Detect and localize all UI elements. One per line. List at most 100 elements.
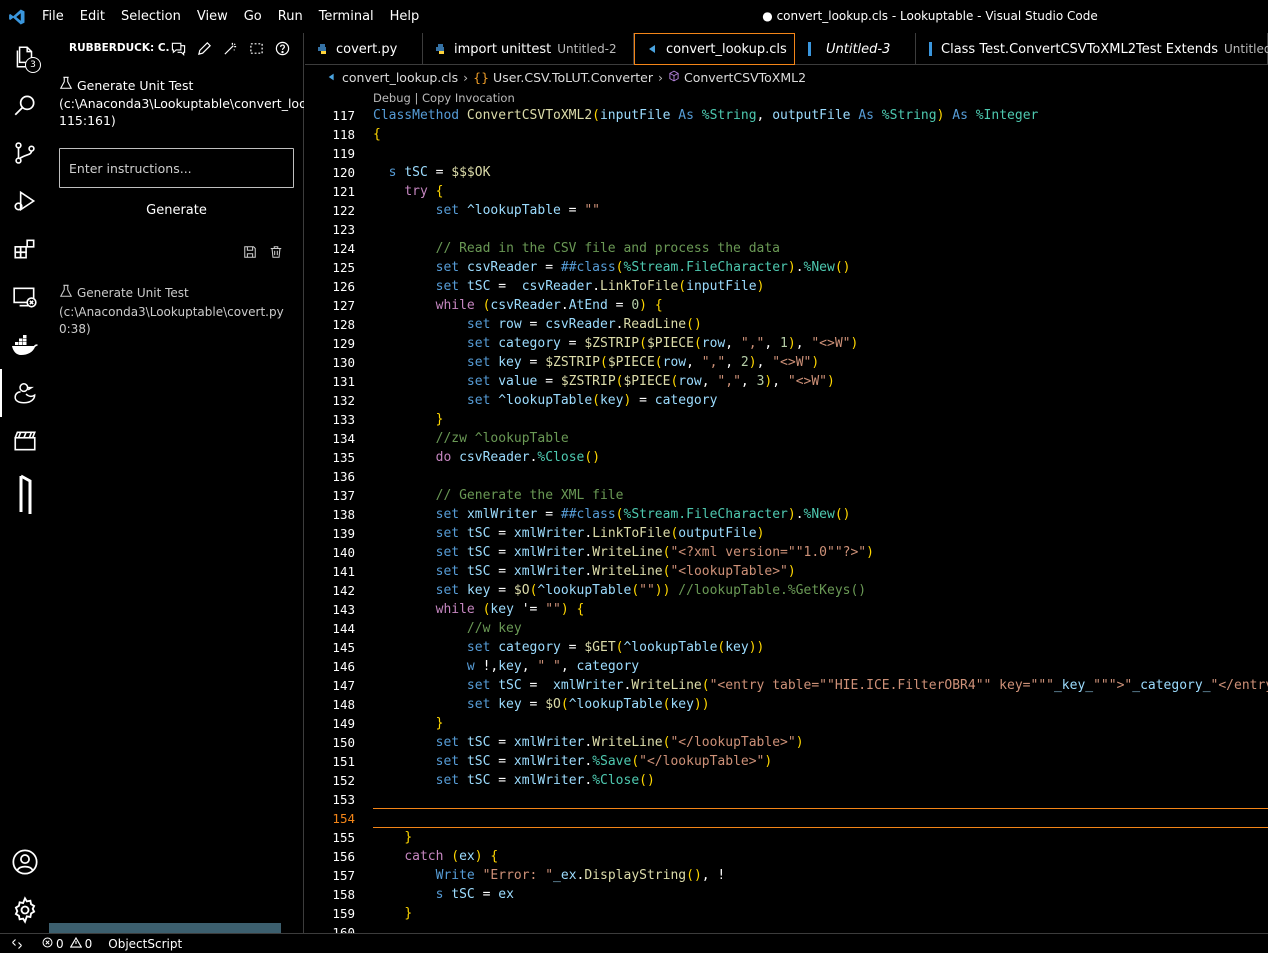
code-line[interactable]: set tSC = xmlWriter.LinkToFile(outputFil… — [373, 524, 1268, 543]
code-editor[interactable]: Debug | Copy Invocation 117 118 119 120 121 1… — [305, 88, 1268, 933]
method-cube-icon — [668, 70, 680, 85]
code-line[interactable]: //w key — [373, 619, 1268, 638]
instructions-input[interactable] — [59, 148, 294, 188]
menu-view[interactable]: View — [189, 0, 236, 33]
code-line[interactable]: // Generate the XML file — [373, 486, 1268, 505]
menu-terminal[interactable]: Terminal — [311, 0, 382, 33]
magic-wand-icon[interactable] — [221, 39, 239, 57]
language-mode[interactable]: ObjectScript — [108, 937, 182, 951]
settings-gear-icon[interactable] — [0, 886, 49, 934]
history-item-2[interactable]: Generate Unit Test (c:\Anaconda3\Lookupt… — [59, 284, 304, 339]
remote-explorer-icon[interactable] — [0, 273, 49, 321]
class-icon: {} — [473, 69, 490, 85]
code-line[interactable]: set category = $GET(^lookupTable(key)) — [373, 638, 1268, 657]
codelens[interactable]: Debug | Copy Invocation — [373, 91, 515, 105]
code-line[interactable]: Write "Error: "_ex.DisplayString(), ! — [373, 866, 1268, 885]
code-line[interactable]: w !,key, " ", category — [373, 657, 1268, 676]
code-line[interactable]: set tSC = xmlWriter.WriteLine("<lookupTa… — [373, 562, 1268, 581]
intersystems-icon[interactable] — [0, 465, 49, 525]
code-line[interactable]: // Read in the CSV file and process the … — [373, 239, 1268, 258]
problems-indicator[interactable]: 0 0 — [42, 936, 92, 951]
tab-covert-py[interactable]: covert.py — [305, 33, 423, 65]
code-line[interactable] — [373, 144, 1268, 163]
code-line[interactable]: set key = $O(^lookupTable(key)) — [373, 695, 1268, 714]
run-debug-icon[interactable] — [0, 177, 49, 225]
line-number: 154 — [332, 811, 355, 826]
explorer-icon[interactable]: 3 — [0, 33, 49, 81]
code-line[interactable]: } — [373, 714, 1268, 733]
code-line[interactable]: do csvReader.%Close() — [373, 448, 1268, 467]
code-line[interactable]: set tSC = xmlWriter.%Save("</lookupTable… — [373, 752, 1268, 771]
code-line[interactable] — [373, 923, 1268, 933]
save-icon[interactable] — [243, 244, 257, 263]
chat-icon[interactable] — [169, 39, 187, 57]
rubberduck-icon[interactable] — [0, 369, 49, 417]
code-line[interactable]: while (csvReader.AtEnd = 0) { — [373, 296, 1268, 315]
tab-description: Untitled-2 — [557, 42, 617, 56]
clapperboard-icon[interactable] — [0, 417, 49, 465]
search-icon[interactable] — [0, 81, 49, 129]
line-number: 122 — [332, 203, 355, 218]
code-line[interactable]: set tSC = xmlWriter.WriteLine("<?xml ver… — [373, 543, 1268, 562]
code-line[interactable]: set key = $ZSTRIP($PIECE(row, ",", 2), "… — [373, 353, 1268, 372]
code-line[interactable]: set tSC = csvReader.LinkToFile(inputFile… — [373, 277, 1268, 296]
code-lines[interactable]: ClassMethod ConvertCSVToXML2(inputFile A… — [373, 106, 1268, 933]
code-line[interactable]: set category = $ZSTRIP($PIECE(row, ",", … — [373, 334, 1268, 353]
code-line[interactable]: set tSC = xmlWriter.%Close() — [373, 771, 1268, 790]
tab-untitled-4[interactable]: Class Test.ConvertCSVToXML2Test Extends … — [916, 33, 1268, 65]
remote-indicator-icon[interactable] — [0, 938, 34, 950]
sidebar-scrollbar[interactable] — [49, 923, 281, 933]
code-line[interactable]: s tSC = $$$OK — [373, 163, 1268, 182]
tab-untitled-3[interactable]: Untitled-3 — [795, 33, 916, 65]
code-line[interactable]: //zw ^lookupTable — [373, 429, 1268, 448]
line-number: 152 — [332, 773, 355, 788]
edit-code-icon[interactable] — [195, 39, 213, 57]
file-bar-icon — [807, 42, 819, 56]
menu-help[interactable]: Help — [382, 0, 428, 33]
history-item-1[interactable]: Generate Unit Test (c:\Anaconda3\Lookupt… — [59, 76, 304, 130]
menu-run[interactable]: Run — [270, 0, 311, 33]
code-line[interactable]: set tSC = xmlWriter.WriteLine("<entry ta… — [373, 676, 1268, 695]
code-line[interactable]: set csvReader = ##class(%Stream.FileChar… — [373, 258, 1268, 277]
code-line[interactable]: try { — [373, 182, 1268, 201]
code-line[interactable]: set ^lookupTable = "" — [373, 201, 1268, 220]
code-line[interactable] — [373, 809, 1268, 828]
trash-icon[interactable] — [269, 244, 283, 263]
code-line[interactable]: set xmlWriter = ##class(%Stream.FileChar… — [373, 505, 1268, 524]
code-line[interactable]: set ^lookupTable(key) = category — [373, 391, 1268, 410]
tab-convert-lookup-cls[interactable]: convert_lookup.cls — [634, 33, 795, 65]
code-line[interactable]: } — [373, 904, 1268, 923]
menu-go[interactable]: Go — [236, 0, 270, 33]
source-control-icon[interactable] — [0, 129, 49, 177]
extensions-icon[interactable] — [0, 225, 49, 273]
accounts-icon[interactable] — [0, 838, 49, 886]
menu-edit[interactable]: Edit — [72, 0, 113, 33]
breadcrumb-class[interactable]: User.CSV.ToLUT.Converter — [493, 70, 653, 85]
code-line[interactable]: ClassMethod ConvertCSVToXML2(inputFile A… — [373, 106, 1268, 125]
code-line[interactable]: set row = csvReader.ReadLine() — [373, 315, 1268, 334]
tab-import-unittest[interactable]: import unittest Untitled-2 — [423, 33, 634, 65]
code-line[interactable]: s tSC = ex — [373, 885, 1268, 904]
code-line[interactable]: } — [373, 828, 1268, 847]
breadcrumb-method[interactable]: ConvertCSVToXML2 — [684, 70, 806, 85]
code-line[interactable]: set key = $O(^lookupTable("")) //lookupT… — [373, 581, 1268, 600]
code-line[interactable]: while (key '= "") { — [373, 600, 1268, 619]
code-line[interactable]: set value = $ZSTRIP($PIECE(row, ",", 3),… — [373, 372, 1268, 391]
select-region-icon[interactable] — [247, 39, 265, 57]
history-item-range: 115:161) — [59, 113, 116, 128]
help-circle-icon[interactable] — [273, 39, 291, 57]
code-line[interactable] — [373, 467, 1268, 486]
menu-file[interactable]: File — [34, 0, 72, 33]
code-line[interactable]: { — [373, 125, 1268, 144]
code-line[interactable]: catch (ex) { — [373, 847, 1268, 866]
docker-icon[interactable] — [0, 321, 49, 369]
generate-button[interactable]: Generate — [59, 198, 294, 222]
code-line[interactable] — [373, 220, 1268, 239]
menu-selection[interactable]: Selection — [113, 0, 189, 33]
code-line[interactable]: } — [373, 410, 1268, 429]
breadcrumb-file[interactable]: convert_lookup.cls — [342, 70, 458, 85]
line-number: 138 — [332, 507, 355, 522]
line-number: 148 — [332, 697, 355, 712]
code-line[interactable] — [373, 790, 1268, 809]
code-line[interactable]: set tSC = xmlWriter.WriteLine("</lookupT… — [373, 733, 1268, 752]
